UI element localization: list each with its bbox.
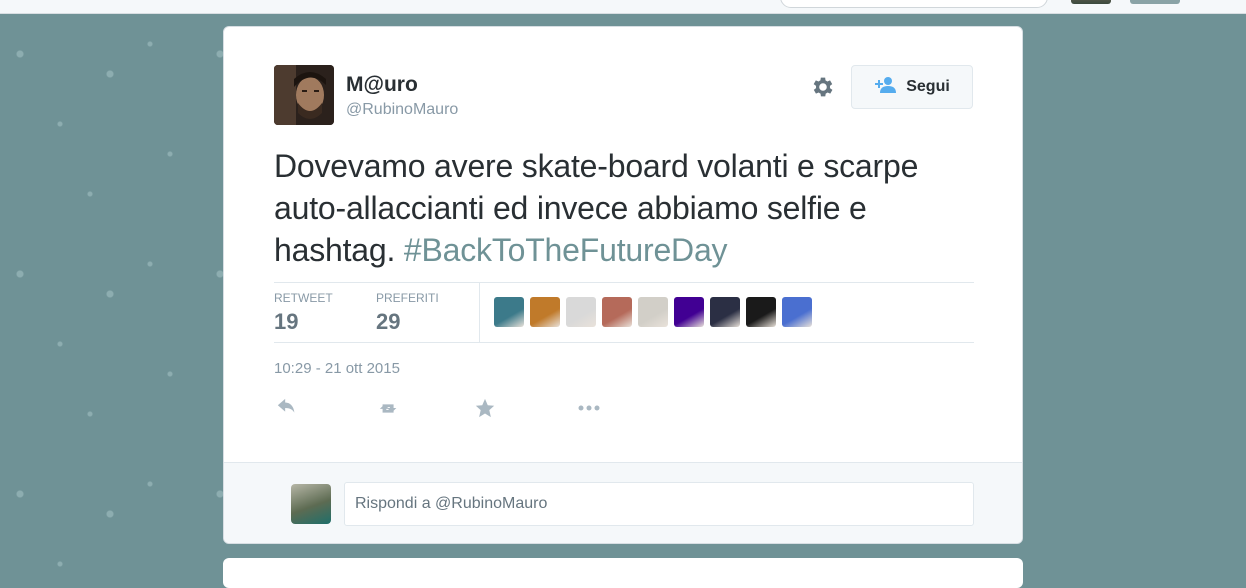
favorites-stat-label: PREFERITI	[376, 291, 439, 305]
tweet-text: Dovevamo avere skate-board volanti e sca…	[274, 145, 974, 271]
tweet-card: M@uro @RubinoMauro Segui Dovevamo avere …	[223, 26, 1023, 544]
tweet-actions	[274, 397, 674, 427]
favoriter-8-avatar[interactable]	[746, 297, 776, 327]
retweet-icon[interactable]	[376, 397, 402, 423]
compose-tweet-button[interactable]	[1130, 0, 1180, 4]
star-icon[interactable]	[474, 397, 500, 423]
stats-divider	[479, 283, 480, 342]
favoriter-2-avatar[interactable]	[530, 297, 560, 327]
hashtag-link[interactable]: #BackToTheFutureDay	[404, 232, 728, 268]
tweet-stats: RETWEET 19 PREFERITI 29	[274, 282, 974, 343]
favoriter-9-avatar[interactable]	[782, 297, 812, 327]
favorites-count: 29	[376, 309, 401, 334]
current-user-avatar	[291, 484, 331, 524]
author-display-name[interactable]: M@uro	[346, 73, 418, 97]
top-navigation-bar	[0, 0, 1246, 14]
more-icon[interactable]	[576, 397, 602, 423]
add-user-icon	[874, 76, 898, 99]
author-avatar[interactable]	[274, 65, 334, 125]
follow-button[interactable]: Segui	[851, 65, 973, 109]
reply-icon[interactable]	[276, 397, 302, 423]
author-avatar-image	[274, 65, 334, 125]
tweet-timestamp[interactable]: 10:29 - 21 ott 2015	[274, 360, 400, 377]
follow-button-label: Segui	[906, 78, 950, 95]
background-pattern	[0, 14, 230, 570]
retweet-stat-label: RETWEET	[274, 291, 333, 305]
favoriters-avatar-list	[494, 297, 812, 327]
favorites-stat[interactable]: PREFERITI 29	[376, 291, 439, 335]
favoriter-1-avatar[interactable]	[494, 297, 524, 327]
retweet-stat[interactable]: RETWEET 19	[274, 291, 333, 335]
favoriter-4-avatar[interactable]	[602, 297, 632, 327]
favoriter-3-avatar[interactable]	[566, 297, 596, 327]
search-input[interactable]	[780, 0, 1048, 8]
reply-input[interactable]	[344, 482, 974, 526]
author-screen-name[interactable]: @RubinoMauro	[346, 101, 458, 119]
favoriter-6-avatar[interactable]	[674, 297, 704, 327]
next-card	[223, 558, 1023, 588]
favoriter-7-avatar[interactable]	[710, 297, 740, 327]
favoriter-5-avatar[interactable]	[638, 297, 668, 327]
reply-box	[224, 462, 1022, 543]
gear-icon[interactable]	[810, 74, 836, 100]
account-avatar[interactable]	[1071, 0, 1111, 4]
retweet-count: 19	[274, 309, 299, 334]
